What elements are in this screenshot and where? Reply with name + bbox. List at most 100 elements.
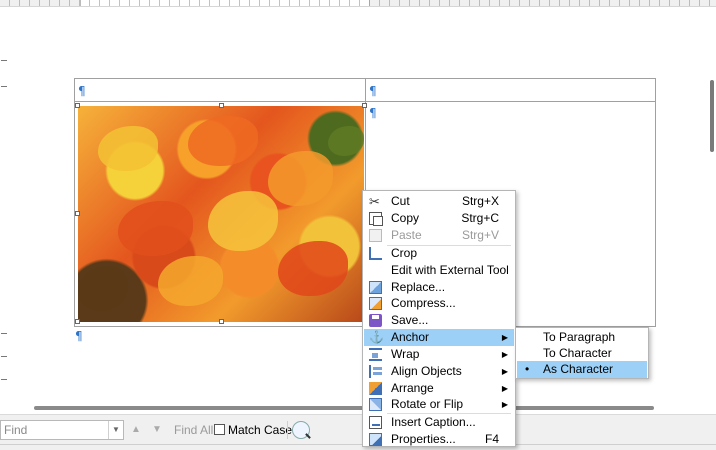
menu-item-label: Copy [391,211,420,225]
rotate-flip-icon [369,398,382,411]
menu-shortcut: Strg+C [461,211,499,225]
find-dropdown-icon[interactable]: ▼ [108,421,123,439]
properties-icon [369,433,382,446]
margin-mark [1,333,7,335]
find-replace-icon[interactable] [292,421,310,439]
resize-handle[interactable] [75,319,80,324]
wrap-icon [369,348,382,361]
paragraph-mark: ¶ [75,329,83,343]
resize-handle[interactable] [219,103,224,108]
menu-item-label: To Character [543,346,612,360]
menu-item-label: Compress... [391,296,456,310]
toolbar-separator [287,421,288,439]
menu-item-properties[interactable]: Properties... F4 [364,431,514,448]
menu-item-cut[interactable]: Cut Strg+X [364,193,514,210]
menu-item-label: As Character [543,362,614,376]
resize-handle[interactable] [219,319,224,324]
menu-item-label: Insert Caption... [391,415,476,429]
leaf-shape [188,116,258,166]
match-case-label[interactable]: Match Case [228,423,292,437]
menu-item-label: To Paragraph [543,330,616,344]
menu-item-label: Wrap [391,347,420,361]
horizontal-scrollbar[interactable] [34,406,654,410]
match-case-checkbox[interactable] [214,424,225,435]
leaf-shape [98,126,158,171]
menu-shortcut: F4 [484,432,499,446]
paste-icon [369,229,382,242]
submenu-arrow-icon: ▶ [501,350,508,359]
menu-item-label: Edit with External Tool [391,263,509,277]
ruler-ticks [0,0,716,6]
menu-item-wrap[interactable]: Wrap ▶ [364,346,514,363]
menu-item-label: Replace... [391,280,446,294]
menu-item-edit-external[interactable]: Edit with External Tool [364,262,514,279]
leaf-shape [278,241,348,296]
find-input[interactable]: Find [0,420,124,440]
arrange-icon [369,382,382,395]
menu-item-label: Properties... [391,432,456,446]
autumn-leaves-image[interactable] [78,106,364,322]
menu-item-rotate-flip[interactable]: Rotate or Flip ▶ [364,396,514,413]
menu-item-compress[interactable]: Compress... [364,295,514,312]
copy-icon [369,212,383,226]
compress-image-icon [369,297,382,310]
menu-item-crop[interactable]: Crop [364,245,514,262]
submenu-item-as-character[interactable]: • As Character [517,361,647,378]
resize-handle[interactable] [75,211,80,216]
margin-mark [1,86,7,88]
submenu-arrow-icon: ▶ [501,333,508,342]
menu-item-paste[interactable]: Paste Strg+V [364,227,514,244]
resize-handle[interactable] [362,103,367,108]
insert-caption-icon [369,416,382,429]
submenu-arrow-icon: ▶ [501,400,508,409]
status-bar [0,444,716,450]
anchor-submenu: To Paragraph To Character • As Character [515,327,649,379]
menu-item-replace[interactable]: Replace... [364,279,514,296]
margin-mark [1,60,7,62]
menu-item-label: Arrange [391,381,434,395]
resize-handle[interactable] [75,103,80,108]
menu-item-insert-caption[interactable]: Insert Caption... [364,414,514,431]
paragraph-mark: ¶ [369,84,377,98]
menu-item-align-objects[interactable]: Align Objects ▶ [364,363,514,380]
submenu-item-to-paragraph[interactable]: To Paragraph [517,329,647,346]
save-icon [369,314,382,327]
horizontal-ruler[interactable] [0,0,716,7]
margin-mark [1,356,7,358]
menu-item-label: Anchor [391,330,430,344]
find-next-icon[interactable]: ▼ [152,424,162,435]
context-menu: Cut Strg+X Copy Strg+C Paste Strg+V Crop… [362,190,516,447]
menu-item-label: Rotate or Flip [391,397,464,411]
leaf-shape [208,191,278,251]
crop-icon [369,247,382,260]
scissors-icon [369,193,382,210]
leaf-shape [328,126,364,156]
find-previous-icon[interactable]: ▲ [131,424,141,435]
menu-item-label: Cut [391,194,410,208]
menu-shortcut: Strg+V [461,228,499,242]
selected-bullet-icon: • [525,362,530,376]
menu-item-save[interactable]: Save... [364,312,514,329]
replace-image-icon [369,281,382,294]
menu-item-label: Paste [391,228,422,242]
paragraph-mark: ¶ [78,84,86,98]
menu-item-label: Align Objects [391,364,462,378]
leaf-shape [118,201,193,256]
leaf-shape [268,151,333,206]
find-toolbar: Find ▼ ▲ ▼ Find All Match Case [0,414,716,444]
submenu-arrow-icon: ▶ [501,384,508,393]
align-objects-icon [369,365,382,378]
leaf-shape [78,266,128,311]
menu-item-arrange[interactable]: Arrange ▶ [364,380,514,397]
menu-shortcut: Strg+X [461,194,499,208]
menu-item-copy[interactable]: Copy Strg+C [364,210,514,227]
menu-item-anchor[interactable]: Anchor ▶ [364,329,514,346]
leaf-shape [158,256,223,306]
menu-item-label: Save... [391,313,429,327]
find-all-button[interactable]: Find All [174,423,213,437]
submenu-item-to-character[interactable]: To Character [517,345,647,362]
anchor-icon [369,329,384,346]
menu-item-label: Crop [391,246,418,260]
paragraph-mark: ¶ [369,106,377,120]
vertical-scrollbar[interactable] [710,80,714,152]
